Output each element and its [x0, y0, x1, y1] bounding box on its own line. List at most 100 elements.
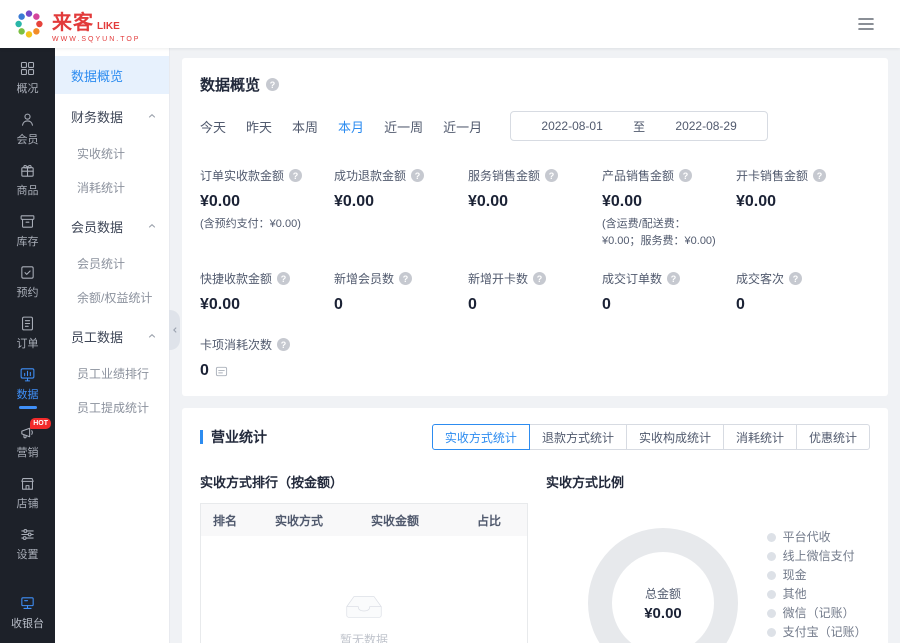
stat-label: 成交订单数 [602, 270, 662, 287]
app-logo[interactable]: 来客 LIKE WWW.SQYUN.TOP [12, 6, 140, 43]
ranking-table: 排名 实收方式 实收金额 占比 [200, 503, 528, 643]
help-icon[interactable] [411, 169, 424, 182]
sidebar-item-label: 店铺 [17, 495, 39, 511]
help-icon[interactable] [813, 169, 826, 182]
filter-this-week[interactable]: 本周 [292, 117, 318, 136]
submenu-item-staff-performance-rank[interactable]: 员工业绩排行 [55, 356, 169, 390]
sidebar-item-overview[interactable]: 概况 [0, 52, 55, 103]
legend-label: 线上微信支付 [783, 549, 855, 563]
help-icon[interactable] [789, 272, 802, 285]
sidebar-item-shop[interactable]: 店铺 [0, 467, 55, 518]
submenu-group-label: 会员数据 [71, 217, 123, 236]
sidebar-item-label: 设置 [17, 546, 39, 562]
help-icon[interactable] [545, 169, 558, 182]
stat-value: ¥0.00 [200, 193, 334, 211]
stat-new-members: 新增会员数 0 [334, 270, 468, 314]
consume-detail-icon[interactable] [215, 365, 228, 378]
legend-item[interactable]: 线上微信支付 [767, 549, 868, 563]
stat-card-sales: 开卡销售金额 ¥0.00 [736, 167, 870, 250]
income-ranking-panel: 实收方式排行（按金额） 排名 实收方式 实收金额 占比 [200, 472, 528, 643]
menu-toggle-button[interactable] [852, 10, 880, 38]
stat-label: 服务销售金额 [468, 167, 540, 184]
sidebar-item-members[interactable]: 会员 [0, 103, 55, 154]
sidebar-collapse-handle[interactable] [169, 310, 180, 350]
stat-label: 成交客次 [736, 270, 784, 287]
logo-text: 来客 LIKE WWW.SQYUN.TOP [52, 6, 140, 43]
tab-income-method[interactable]: 实收方式统计 [432, 424, 530, 450]
stat-label: 产品销售金额 [602, 167, 674, 184]
sidebar-item-appointments[interactable]: 预约 [0, 256, 55, 307]
tab-refund-method[interactable]: 退款方式统计 [529, 424, 627, 450]
help-icon[interactable] [533, 272, 546, 285]
submenu-group-staff-data[interactable]: 员工数据 [55, 316, 169, 356]
sidebar-item-orders[interactable]: 订单 [0, 307, 55, 358]
stat-note: (含预约支付：¥0.00) [200, 216, 334, 233]
proportion-title: 实收方式比例 [546, 472, 870, 491]
submenu-group-finance[interactable]: 财务数据 [55, 96, 169, 136]
hamburger-icon [856, 14, 876, 34]
submenu-group-label: 财务数据 [71, 107, 123, 126]
legend-dot-icon [767, 590, 776, 599]
submenu-item-member-stats[interactable]: 会员统计 [55, 246, 169, 280]
legend-item[interactable]: 现金 [767, 568, 868, 582]
legend-item[interactable]: 平台代收 [767, 530, 868, 544]
stat-value: ¥0.00 [602, 193, 736, 211]
income-proportion-panel: 实收方式比例 总金额 ¥0.00 平台代收 线上微信支付 现金 [546, 472, 870, 643]
stat-label: 快捷收款金额 [200, 270, 272, 287]
stat-value: ¥0.00 [736, 193, 870, 211]
stat-customer-visits: 成交客次 0 [736, 270, 870, 314]
stat-value: ¥0.00 [468, 193, 602, 211]
stat-order-income: 订单实收款金额 ¥0.00 (含预约支付：¥0.00) [200, 167, 334, 250]
help-icon[interactable] [399, 272, 412, 285]
submenu-item-label: 员工业绩排行 [77, 365, 149, 382]
filter-last-week[interactable]: 近一周 [384, 117, 423, 136]
legend-item[interactable]: 其他 [767, 587, 868, 601]
sidebar-item-marketing[interactable]: HOT 营销 [0, 416, 55, 467]
tab-consumption[interactable]: 消耗统计 [723, 424, 797, 450]
cashier-icon [19, 595, 36, 612]
title-accent-bar [200, 430, 203, 444]
submenu-item-staff-commission-stats[interactable]: 员工提成统计 [55, 390, 169, 424]
submenu-item-balance-rights-stats[interactable]: 余额/权益统计 [55, 280, 169, 314]
secondary-sidebar: 数据概览 财务数据 实收统计 消耗统计 会员数据 会员统计 余额/权益统计 [55, 48, 170, 643]
filter-today[interactable]: 今天 [200, 117, 226, 136]
sidebar-item-label: 库存 [17, 233, 39, 249]
filter-last-month[interactable]: 近一月 [443, 117, 482, 136]
stats-row-3: 卡项消耗次数 0 [200, 336, 870, 380]
empty-state: 暂无数据 [340, 592, 388, 643]
column-header-amount: 实收金额 [359, 512, 465, 529]
sidebar-item-settings[interactable]: 设置 [0, 518, 55, 569]
date-range-input[interactable]: 2022-08-01 至 2022-08-29 [510, 111, 768, 141]
grid-icon [19, 60, 36, 77]
stat-new-cards: 新增开卡数 0 [468, 270, 602, 314]
help-icon[interactable] [266, 78, 279, 91]
filter-this-month[interactable]: 本月 [338, 117, 364, 136]
column-header-rank: 排名 [201, 512, 263, 529]
sidebar-item-cashier[interactable]: 收银台 [0, 585, 55, 643]
submenu-group-member-data[interactable]: 会员数据 [55, 206, 169, 246]
stat-service-sales: 服务销售金额 ¥0.00 [468, 167, 602, 250]
help-icon[interactable] [277, 272, 290, 285]
submenu-item-income-stats[interactable]: 实收统计 [55, 136, 169, 170]
tab-discount[interactable]: 优惠统计 [796, 424, 870, 450]
sidebar-item-data[interactable]: 数据 [0, 358, 55, 416]
stat-quick-payment: 快捷收款金额 ¥0.00 [200, 270, 334, 314]
stat-refund-amount: 成功退款金额 ¥0.00 [334, 167, 468, 250]
sidebar-item-products[interactable]: 商品 [0, 154, 55, 205]
legend-item[interactable]: 微信（记账） [767, 606, 868, 620]
filter-yesterday[interactable]: 昨天 [246, 117, 272, 136]
submenu-item-data-overview[interactable]: 数据概览 [55, 56, 169, 94]
legend-label: 支付宝（记账） [783, 625, 867, 639]
legend-dot-icon [767, 609, 776, 618]
help-icon[interactable] [289, 169, 302, 182]
legend-item[interactable]: 支付宝（记账） [767, 625, 868, 639]
legend-label: 其他 [783, 587, 807, 601]
legend-label: 微信（记账） [783, 606, 855, 620]
sidebar-item-label: 营销 [17, 444, 39, 460]
help-icon[interactable] [679, 169, 692, 182]
help-icon[interactable] [277, 338, 290, 351]
sidebar-item-inventory[interactable]: 库存 [0, 205, 55, 256]
submenu-item-consumption-stats[interactable]: 消耗统计 [55, 170, 169, 204]
tab-income-composition[interactable]: 实收构成统计 [626, 424, 724, 450]
help-icon[interactable] [667, 272, 680, 285]
